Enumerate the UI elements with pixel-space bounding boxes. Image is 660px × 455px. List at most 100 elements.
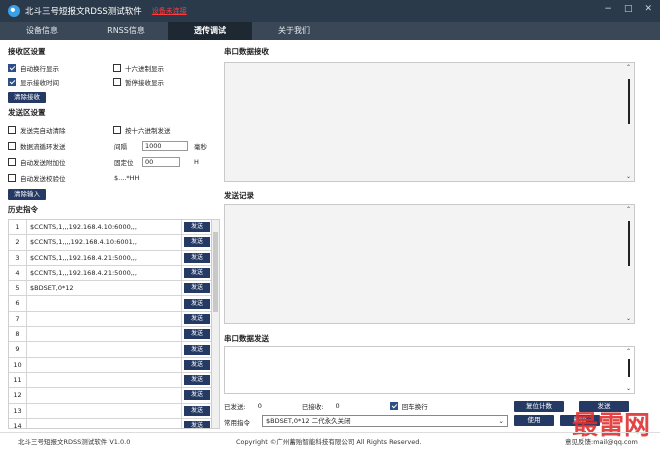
settings-panel: 接收区设置 自动换行显示 十六进制显示 显示接收时间 暂停接收显示 清除接收 发… <box>8 44 218 219</box>
row-send-button[interactable]: 发送 <box>184 283 210 294</box>
row-number: 4 <box>9 265 27 281</box>
crlf-checkbox[interactable]: 回车换行 <box>389 401 428 411</box>
row-number: 9 <box>9 342 27 357</box>
hex-send-checkbox[interactable]: 按十六进制发送 <box>113 125 218 135</box>
row-number: 13 <box>9 403 27 418</box>
show-time-checkbox[interactable]: 显示接收时间 <box>8 77 113 87</box>
hex-send-label: 按十六进制发送 <box>125 127 171 135</box>
row-send-button[interactable]: 发送 <box>184 222 210 233</box>
command-cell[interactable] <box>27 372 182 388</box>
row-send-button[interactable]: 发送 <box>184 298 210 309</box>
row-send-button[interactable]: 发送 <box>184 313 210 324</box>
row-send-button[interactable]: 发送 <box>184 252 210 263</box>
common-cmd-value: $BDSET,0*12 二代永久关闭 <box>266 417 351 425</box>
tab-about[interactable]: 关于我们 <box>252 22 336 40</box>
command-cell[interactable]: $CCNTS,1,,,192.168.4.21:5000,,, <box>27 265 182 281</box>
table-row: 14 发送 <box>9 418 219 428</box>
row-send-button[interactable]: 发送 <box>184 268 210 279</box>
command-cell[interactable]: $BDSET,0*12 <box>27 281 182 296</box>
auto-clear-checkbox[interactable]: 发送完自动清除 <box>8 125 113 135</box>
row-number: 5 <box>9 281 27 296</box>
tab-passthrough-debug[interactable]: 透传调试 <box>168 22 252 40</box>
send-log-title: 发送记录 <box>224 191 254 200</box>
row-send-button[interactable]: 发送 <box>184 344 210 355</box>
table-row: 7 发送 <box>9 311 219 328</box>
hex-display-checkbox[interactable]: 十六进制显示 <box>113 63 218 73</box>
close-icon[interactable]: ✕ <box>644 4 652 14</box>
use-cmd-button[interactable]: 使用 <box>514 415 554 426</box>
table-row: 8 发送 <box>9 327 219 343</box>
command-cell[interactable] <box>27 357 182 372</box>
connection-status[interactable]: 设备未连接 <box>152 6 187 16</box>
tab-rnss-info[interactable]: RNSS信息 <box>84 22 168 40</box>
copyright-text: Copyright ©广州蓄贻智能科技有限公司 All Rights Reser… <box>236 438 422 446</box>
history-table: 1 $CCNTS,1,,,192.168.4.10:6000,,, 发送 2 $CCNT… <box>8 219 220 429</box>
app-logo-icon <box>8 5 20 17</box>
row-number: 1 <box>9 220 27 235</box>
fixed-bit-input[interactable]: 00 <box>142 157 180 167</box>
send-textarea[interactable]: ⌃ ⌄ <box>224 346 635 394</box>
row-send-button[interactable]: 发送 <box>184 237 210 248</box>
hex-display-label: 十六进制显示 <box>125 65 164 73</box>
row-number: 3 <box>9 250 27 265</box>
row-number: 11 <box>9 372 27 388</box>
command-cell[interactable] <box>27 327 182 342</box>
interval-unit: 毫秒 <box>194 143 207 151</box>
command-cell[interactable]: $CCNTS,1,,,192.168.4.21:5000,,, <box>27 250 182 265</box>
checksum-format: $....*HH <box>114 174 140 182</box>
crlf-label: 回车换行 <box>401 403 428 411</box>
send-area-title: 串口数据发送 <box>224 334 269 343</box>
row-number: 6 <box>9 296 27 311</box>
received-count: 0 <box>335 402 340 410</box>
auto-clear-label: 发送完自动清除 <box>20 127 66 135</box>
send-log-textarea[interactable]: ⌃ ⌄ <box>224 204 635 324</box>
send-log-scrollbar[interactable]: ⌃ ⌄ <box>626 206 632 322</box>
auto-wrap-checkbox[interactable]: 自动换行显示 <box>8 63 113 73</box>
app-title: 北斗三号短报文RDSS测试软件 <box>25 7 142 17</box>
row-number: 2 <box>9 235 27 250</box>
receive-settings-title: 接收区设置 <box>8 47 46 56</box>
receive-scrollbar[interactable]: ⌃ ⌄ <box>626 64 632 180</box>
command-cell[interactable] <box>27 388 182 403</box>
row-send-button[interactable]: 发送 <box>184 405 210 416</box>
chevron-down-icon[interactable]: ⌄ <box>499 416 504 426</box>
row-send-button[interactable]: 发送 <box>184 359 210 370</box>
command-cell[interactable] <box>27 342 182 357</box>
row-send-button[interactable]: 发送 <box>184 375 210 386</box>
table-row: 1 $CCNTS,1,,,192.168.4.10:6000,,, 发送 <box>9 220 219 236</box>
command-cell[interactable]: $CCNTS,1,,,192.168.4.10:6000,,, <box>27 220 182 235</box>
auto-wrap-label: 自动换行显示 <box>20 65 59 73</box>
table-row: 11 发送 <box>9 372 219 389</box>
receive-textarea[interactable]: ⌃ ⌄ <box>224 62 635 182</box>
command-cell[interactable] <box>27 296 182 311</box>
append-bit-checkbox[interactable]: 自动发送附加位 <box>8 157 114 167</box>
received-label: 已接收: <box>301 403 324 411</box>
clear-receive-button[interactable]: 清除接收 <box>8 91 46 103</box>
reset-count-button[interactable]: 复位计数 <box>514 400 564 412</box>
common-cmd-label: 常用指令 <box>224 419 250 427</box>
table-row: 3 $CCNTS,1,,,192.168.4.21:5000,,, 发送 <box>9 250 219 266</box>
send-scrollbar[interactable]: ⌃ ⌄ <box>626 348 632 392</box>
auto-checksum-checkbox[interactable]: 自动发送校验位 <box>8 173 114 183</box>
loop-send-checkbox[interactable]: 数据流循环发送 <box>8 141 114 151</box>
command-cell[interactable] <box>27 311 182 327</box>
row-send-button[interactable]: 发送 <box>184 329 210 340</box>
version-text: 北斗三号短报文RDSS测试软件 V1.0.0 <box>18 438 131 446</box>
sent-count: 0 <box>257 402 262 410</box>
maximize-icon[interactable]: □ <box>624 4 633 14</box>
interval-input[interactable]: 1000 <box>142 141 188 151</box>
tab-device-info[interactable]: 设备信息 <box>0 22 84 40</box>
command-cell[interactable] <box>27 403 182 418</box>
row-send-button[interactable]: 发送 <box>184 390 210 401</box>
fixed-bit-unit: H <box>194 158 199 166</box>
command-cell[interactable]: $CCNTS,1,,,,192.168.4.10:6001,, <box>27 235 182 250</box>
table-row: 13 发送 <box>9 403 219 419</box>
common-cmd-select[interactable]: $BDSET,0*12 二代永久关闭 ⌄ <box>262 415 508 427</box>
clear-input-button[interactable]: 清除输入 <box>8 188 46 200</box>
row-send-button[interactable]: 发送 <box>184 421 210 428</box>
command-cell[interactable] <box>27 418 182 428</box>
pause-display-checkbox[interactable]: 暂停接收显示 <box>113 77 218 87</box>
history-scrollbar[interactable] <box>211 220 219 428</box>
minimize-icon[interactable]: − <box>604 4 612 14</box>
receive-area-title: 串口数据接收 <box>224 47 269 56</box>
